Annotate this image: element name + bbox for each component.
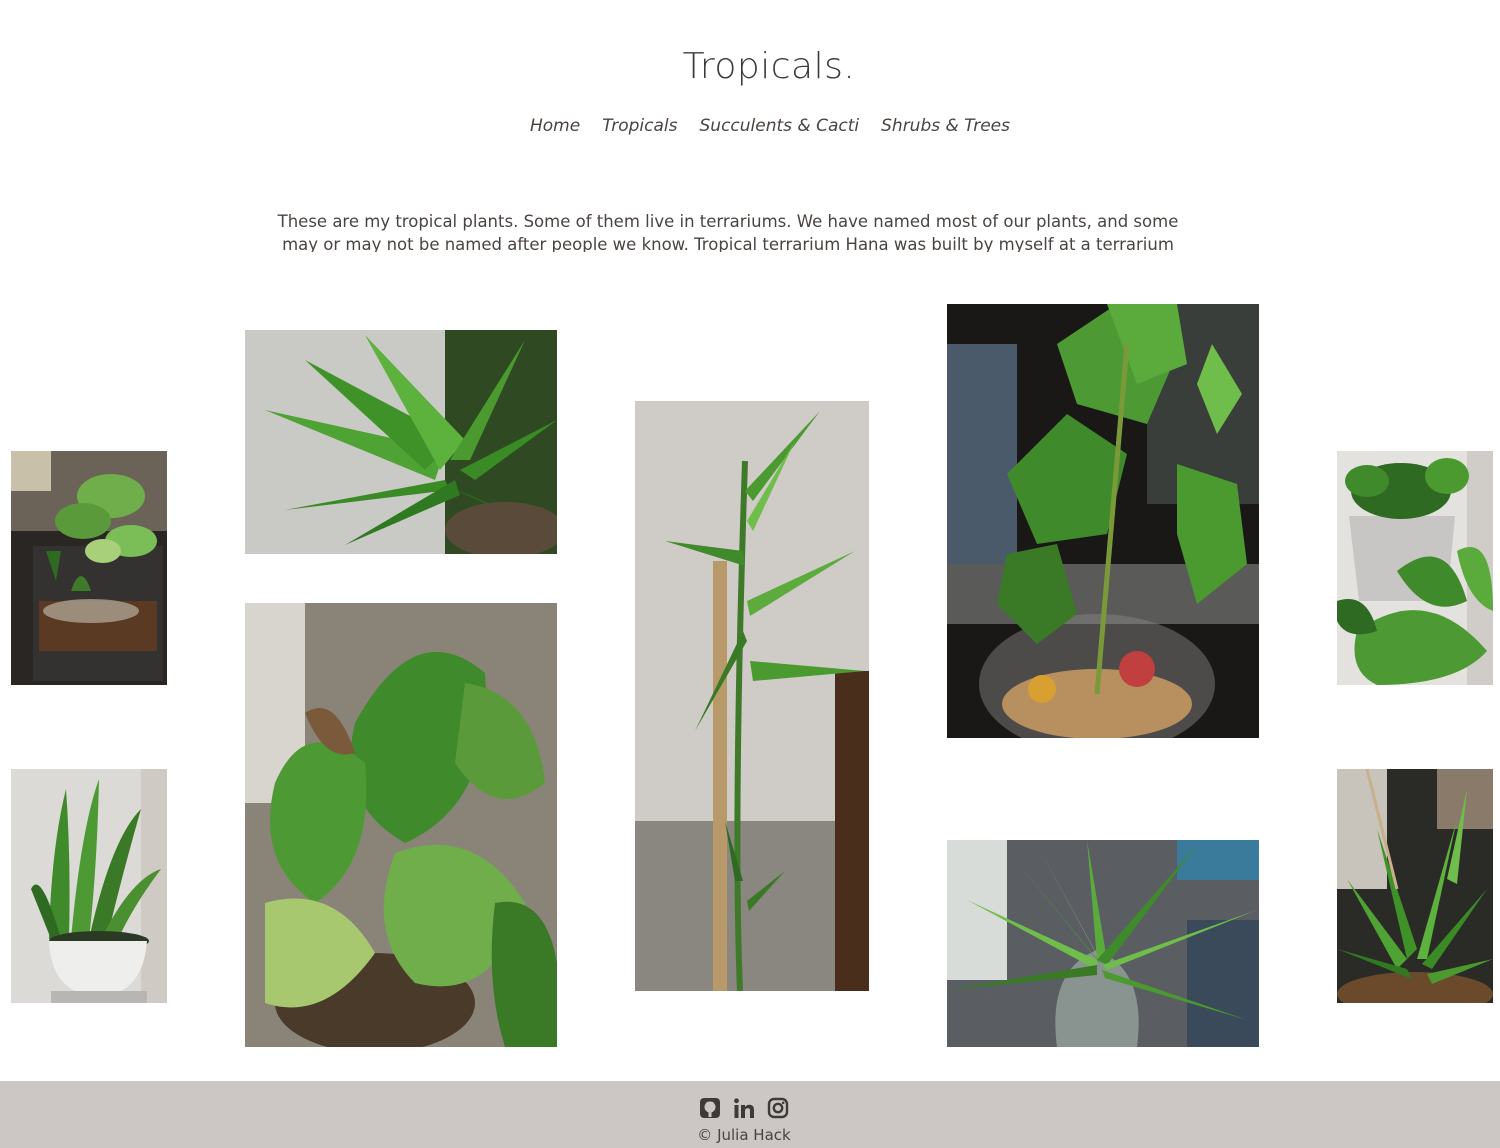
footer: © Julia Hack xyxy=(0,1081,1500,1148)
spider-plant-image xyxy=(947,840,1259,1047)
photo-aloe[interactable] xyxy=(1337,769,1493,1003)
github-icon xyxy=(700,1098,720,1118)
nav-item-home[interactable]: Home xyxy=(530,116,580,136)
linkedin-icon xyxy=(734,1098,754,1118)
pothos-basket-image xyxy=(245,603,557,1047)
linkedin-link[interactable] xyxy=(733,1097,755,1119)
page: Tropicals. Home Tropicals Succulents & C… xyxy=(0,0,1500,1148)
pothos-pot-image xyxy=(1337,451,1493,685)
photo-spiky-succulent[interactable] xyxy=(245,330,557,554)
photo-ivy-bowl[interactable] xyxy=(947,304,1259,738)
photo-pothos-pot[interactable] xyxy=(1337,451,1493,685)
instagram-link[interactable] xyxy=(767,1097,789,1119)
instagram-icon xyxy=(767,1097,789,1119)
spiky-succulent-image xyxy=(245,330,557,554)
social-links xyxy=(0,1097,1488,1119)
photo-lucky-bamboo[interactable] xyxy=(635,401,869,991)
aloe-image xyxy=(1337,769,1493,1003)
main-nav: Home Tropicals Succulents & Cacti Shrubs… xyxy=(0,116,1500,136)
photo-pothos-basket[interactable] xyxy=(245,603,557,1047)
nav-item-succulents-cacti[interactable]: Succulents & Cacti xyxy=(700,116,860,136)
site-title[interactable]: Tropicals. xyxy=(0,46,1500,87)
photo-spider-plant[interactable] xyxy=(947,840,1259,1047)
photo-terrarium[interactable] xyxy=(11,451,167,685)
ivy-bowl-image xyxy=(947,304,1259,738)
terrarium-image xyxy=(11,451,167,685)
copyright-text: © Julia Hack xyxy=(697,1126,791,1144)
intro-text: These are my tropical plants. Some of th… xyxy=(277,212,1179,252)
nav-item-tropicals[interactable]: Tropicals xyxy=(602,116,677,136)
snake-plant-image xyxy=(11,769,167,1003)
github-link[interactable] xyxy=(699,1097,721,1119)
nav-item-shrubs-trees[interactable]: Shrubs & Trees xyxy=(881,116,1010,136)
lucky-bamboo-image xyxy=(635,401,869,991)
photo-snake-plant[interactable] xyxy=(11,769,167,1003)
